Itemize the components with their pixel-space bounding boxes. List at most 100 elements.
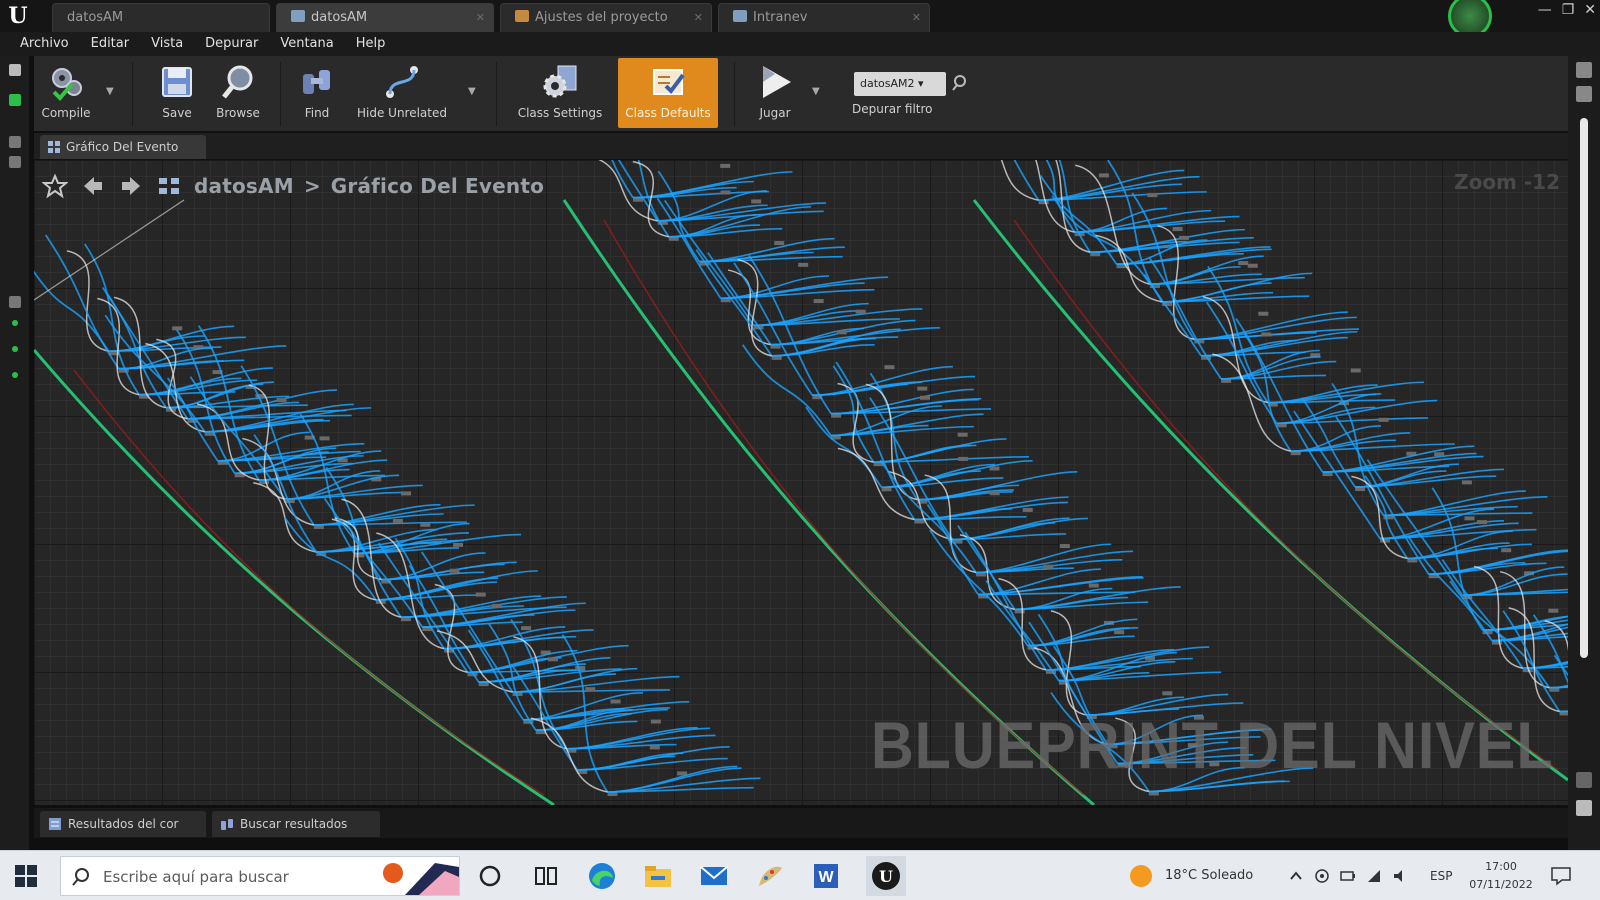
weather-sun-icon[interactable] — [1130, 865, 1152, 887]
graph-node[interactable] — [392, 518, 403, 523]
weather-status[interactable]: 18°C Soleado — [1165, 851, 1253, 900]
edge-browser-icon[interactable] — [586, 860, 618, 892]
windows-start-icon[interactable] — [14, 864, 38, 888]
graph-node[interactable] — [1147, 193, 1158, 198]
tab-grafico-del-evento[interactable]: Gráfico Del Evento — [40, 135, 206, 159]
graph-node[interactable] — [1238, 261, 1249, 266]
tab-datosam-2[interactable]: datosAM ✕ — [276, 3, 494, 32]
panel-icon[interactable] — [9, 64, 21, 76]
graph-node[interactable] — [276, 398, 287, 403]
notifications-icon[interactable] — [1550, 866, 1572, 886]
graph-node[interactable] — [420, 522, 431, 527]
close-button[interactable]: ✕ — [1584, 2, 1596, 28]
task-view-icon[interactable] — [530, 860, 562, 892]
graph-node[interactable] — [1059, 544, 1070, 549]
close-tab-icon[interactable]: ✕ — [912, 4, 921, 31]
paint-icon[interactable] — [754, 860, 786, 892]
function-icon[interactable] — [9, 156, 21, 168]
graph-node[interactable] — [989, 466, 1000, 471]
class-settings-button[interactable]: Class Settings — [510, 58, 610, 128]
graph-node[interactable] — [1548, 608, 1559, 613]
debug-object-select[interactable]: datosAM2 ▾ — [854, 72, 946, 96]
input-language[interactable]: ESP — [1430, 851, 1452, 900]
graph-node[interactable] — [1476, 520, 1487, 525]
compile-options-chevron-down-icon[interactable]: ▼ — [106, 86, 114, 97]
taskbar-search-input[interactable]: Escribe aquí para buscar — [60, 856, 460, 896]
graph-node[interactable] — [1179, 235, 1190, 240]
graph-node[interactable] — [1501, 548, 1512, 553]
close-tab-icon[interactable]: ✕ — [476, 4, 485, 31]
graph-node[interactable] — [1022, 507, 1033, 512]
play-button[interactable]: Jugar — [748, 58, 802, 128]
blueprint-graph-canvas[interactable]: datosAM > Gráfico Del Evento Zoom -12 BL… — [34, 160, 1568, 805]
tab-intranev[interactable]: Intranev ✕ — [718, 3, 930, 32]
graph-node[interactable] — [610, 699, 621, 704]
battery-icon[interactable] — [1340, 868, 1356, 884]
graph-node[interactable] — [1258, 311, 1269, 316]
compile-button[interactable]: Compile — [36, 58, 96, 128]
graph-node[interactable] — [917, 386, 928, 391]
graph-node[interactable] — [798, 262, 809, 267]
browse-button[interactable]: Browse — [208, 58, 268, 128]
hide-unrelated-button[interactable]: Hide Unrelated — [352, 58, 452, 128]
close-tab-icon[interactable]: ✕ — [694, 4, 703, 31]
macro-icon[interactable] — [9, 296, 21, 308]
graph-node[interactable] — [1461, 480, 1472, 485]
graph-node[interactable] — [1464, 516, 1475, 521]
unreal-engine-icon[interactable]: U — [866, 856, 906, 896]
graph-node[interactable] — [751, 199, 762, 204]
breadcrumb-root[interactable]: datosAM — [194, 174, 294, 198]
graph-node[interactable] — [855, 309, 866, 314]
menu-depurar[interactable]: Depurar — [197, 32, 266, 56]
graph-node[interactable] — [1378, 417, 1389, 422]
graph-node[interactable] — [172, 326, 183, 331]
panel-icon[interactable] — [1576, 772, 1592, 788]
star-icon[interactable] — [42, 173, 68, 199]
graph-node[interactable] — [1162, 691, 1173, 696]
graph-node[interactable] — [547, 657, 558, 662]
graph-node[interactable] — [958, 456, 969, 461]
menu-ventana[interactable]: Ventana — [272, 32, 341, 56]
graph-node[interactable] — [720, 190, 731, 195]
menu-editar[interactable]: Editar — [83, 32, 138, 56]
graph-node[interactable] — [475, 592, 486, 597]
file-explorer-icon[interactable] — [642, 860, 674, 892]
volume-icon[interactable] — [1392, 868, 1408, 884]
graph-node[interactable] — [575, 665, 586, 670]
graph-node[interactable] — [1088, 583, 1099, 588]
graph-node[interactable] — [1434, 452, 1445, 457]
save-button[interactable]: Save — [152, 58, 202, 128]
graph-node[interactable] — [650, 719, 661, 724]
chevron-up-icon[interactable] — [1288, 868, 1304, 884]
vertical-scrollbar[interactable] — [1580, 118, 1588, 658]
network-icon[interactable] — [1314, 868, 1330, 884]
details-icon[interactable] — [1576, 62, 1592, 78]
graph-node[interactable] — [774, 241, 785, 246]
graph-node[interactable] — [1172, 227, 1183, 232]
cortana-icon[interactable] — [474, 860, 506, 892]
graph-node[interactable] — [1098, 173, 1109, 178]
find-button[interactable]: Find — [292, 58, 342, 128]
menu-help[interactable]: Help — [348, 32, 394, 56]
graph-node[interactable] — [1247, 263, 1258, 268]
graph-node[interactable] — [957, 432, 968, 437]
graph-node[interactable] — [989, 491, 1000, 496]
tab-ajustes-proyecto[interactable]: Ajustes del proyecto ✕ — [500, 3, 712, 32]
graph-node[interactable] — [836, 330, 847, 335]
minimize-button[interactable]: — — [1538, 2, 1552, 28]
unreal-logo-icon[interactable]: U — [4, 2, 32, 30]
graph-node[interactable] — [1350, 368, 1361, 373]
graph-node[interactable] — [319, 436, 330, 441]
word-icon[interactable]: W — [810, 860, 842, 892]
graph-node[interactable] — [585, 687, 596, 692]
graph-node[interactable] — [1114, 630, 1125, 635]
graph-node[interactable] — [491, 603, 502, 608]
play-options-chevron-down-icon[interactable]: ▼ — [812, 86, 820, 97]
add-icon[interactable] — [9, 94, 21, 106]
graph-node[interactable] — [649, 745, 660, 750]
system-clock[interactable]: 17:00 07/11/2022 — [1468, 858, 1534, 894]
graph-node[interactable] — [449, 568, 460, 573]
forward-arrow-icon[interactable] — [118, 173, 144, 199]
graph-node[interactable] — [920, 395, 931, 400]
tab-datosam-1[interactable]: datosAM — [52, 3, 270, 32]
